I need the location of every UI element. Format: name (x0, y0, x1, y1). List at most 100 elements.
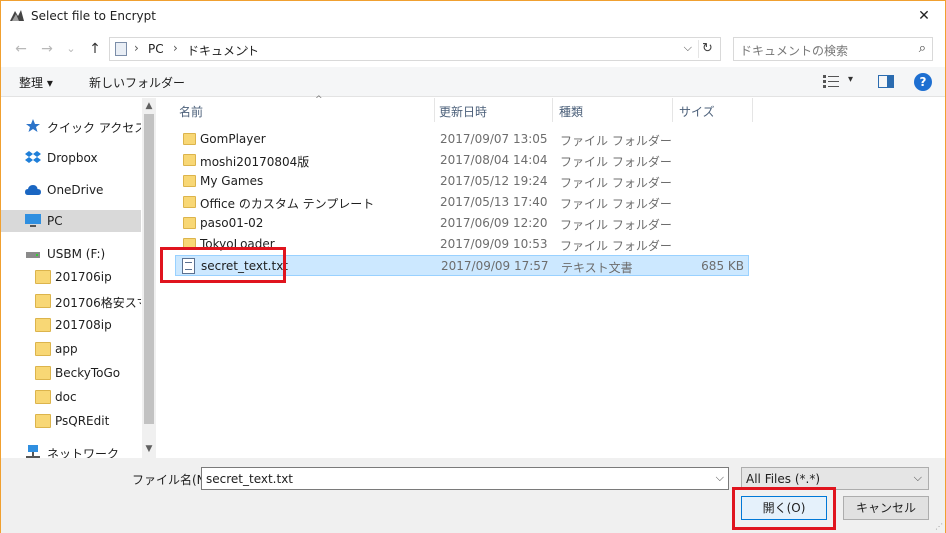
file-name: Office のカスタム テンプレート (200, 197, 375, 211)
close-button[interactable]: ✕ (911, 5, 937, 27)
file-row[interactable]: TokyoLoader 2017/09/09 10:53 ファイル フォルダー (175, 234, 749, 255)
column-header-name[interactable]: ^ 名前 (179, 95, 435, 122)
folder-icon (183, 133, 196, 145)
refresh-button[interactable]: ↻ (698, 40, 716, 58)
file-type: ファイル フォルダー (560, 176, 672, 190)
folder-icon (183, 196, 196, 208)
scroll-down-icon[interactable]: ▼ (142, 442, 156, 456)
chevron-down-icon[interactable]: ⌵ (716, 471, 724, 485)
sidebar-item-folder[interactable]: 201706格安スマホ (1, 290, 141, 312)
folder-icon (183, 154, 196, 166)
folder-icon (35, 318, 51, 332)
sidebar-item-pc[interactable]: PC (1, 210, 141, 232)
file-size: 685 KB (701, 259, 744, 273)
up-button[interactable]: ↑ (85, 39, 105, 59)
sort-ascending-icon: ^ (315, 95, 323, 105)
folder-icon (183, 217, 196, 229)
folder-icon (35, 366, 51, 380)
column-header-date[interactable]: 更新日時 (439, 98, 553, 122)
sidebar-item-folder[interactable]: 201708ip (1, 314, 141, 336)
file-name: My Games (200, 174, 264, 188)
preview-pane-icon[interactable] (878, 75, 894, 88)
sidebar-item-usb-drive[interactable]: USBM (F:) (1, 243, 141, 265)
breadcrumb-separator-icon: › (244, 41, 249, 55)
cancel-button[interactable]: キャンセル (843, 496, 929, 520)
address-dropdown-icon[interactable]: ⌵ (684, 41, 692, 55)
folder-icon (35, 342, 51, 356)
column-header-label: 名前 (179, 105, 204, 119)
organize-menu[interactable]: 整理 ▾ (19, 74, 53, 91)
filename-value: secret_text.txt (206, 472, 293, 486)
file-row-selected[interactable]: secret_text.txt 2017/09/09 17:57 テキスト文書 … (175, 255, 749, 276)
file-name: GomPlayer (200, 132, 266, 146)
sidebar-item-onedrive[interactable]: OneDrive (1, 179, 141, 201)
file-row[interactable]: paso01-02 2017/06/09 12:20 ファイル フォルダー (175, 213, 749, 234)
sidebar-item-folder[interactable]: PsQREdit (1, 410, 141, 432)
forward-button[interactable]: → (37, 39, 57, 59)
file-name: paso01-02 (200, 216, 264, 230)
navigation-pane: クイック アクセス Dropbox OneDrive PC USBM (F:) … (1, 98, 156, 461)
view-options-icon[interactable] (823, 75, 839, 88)
breadcrumb-separator-icon: › (134, 41, 139, 55)
file-name: moshi20170804版 (200, 155, 310, 169)
scrollbar-thumb[interactable] (144, 114, 154, 424)
sidebar-item-label: クイック アクセス (47, 121, 141, 135)
breadcrumb-separator-icon: › (173, 41, 178, 55)
command-bar: 整理 ▾ 新しいフォルダー ▾ ? (1, 67, 945, 97)
sidebar-item-folder[interactable]: app (1, 338, 141, 360)
back-button[interactable]: ← (11, 39, 31, 59)
sidebar-item-label: PsQREdit (55, 414, 110, 428)
app-icon (10, 10, 24, 21)
file-dialog-window: Select file to Encrypt ✕ ← → ⌄ ↑ › PC › … (0, 0, 946, 533)
file-row[interactable]: Office のカスタム テンプレート 2017/05/13 17:40 ファイ… (175, 192, 749, 213)
column-header-label: 更新日時 (439, 105, 488, 119)
breadcrumb-pc[interactable]: PC (148, 42, 164, 56)
resize-grip-icon[interactable]: ⋰ (935, 522, 943, 531)
new-folder-button[interactable]: 新しいフォルダー (89, 74, 185, 91)
sidebar-item-label: OneDrive (47, 183, 104, 197)
sidebar-item-label: 201708ip (55, 318, 112, 332)
pc-icon (25, 214, 41, 227)
scroll-up-icon[interactable]: ▲ (142, 99, 156, 113)
filename-input[interactable]: secret_text.txt ⌵ (201, 467, 729, 490)
view-dropdown-icon[interactable]: ▾ (848, 74, 853, 85)
file-type: ファイル フォルダー (560, 218, 672, 232)
file-type-filter-value: All Files (*.*) (746, 472, 821, 486)
sidebar-item-quick-access[interactable]: クイック アクセス (1, 115, 141, 137)
window-title: Select file to Encrypt (31, 9, 156, 23)
file-date: 2017/09/09 17:57 (441, 259, 549, 273)
file-row[interactable]: GomPlayer 2017/09/07 13:05 ファイル フォルダー (175, 129, 749, 150)
open-button[interactable]: 開く(O) (741, 496, 827, 520)
search-placeholder: ドキュメントの検索 (740, 44, 849, 58)
help-icon[interactable]: ? (914, 73, 932, 91)
file-type-filter[interactable]: All Files (*.*) ⌵ (741, 467, 929, 490)
folder-icon (183, 238, 196, 250)
search-icon: ⌕ (918, 41, 926, 56)
network-icon (26, 445, 40, 458)
drive-icon (26, 252, 40, 258)
column-header-label: サイズ (679, 105, 715, 119)
file-type: ファイル フォルダー (560, 197, 672, 211)
text-file-icon (182, 258, 195, 274)
file-type: ファイル フォルダー (560, 134, 672, 148)
file-row[interactable]: moshi20170804版 2017/08/04 14:04 ファイル フォル… (175, 150, 749, 171)
sidebar-item-folder[interactable]: BeckyToGo (1, 362, 141, 384)
sidebar-item-folder[interactable]: doc (1, 386, 141, 408)
file-date: 2017/08/04 14:04 (440, 153, 548, 167)
sidebar-item-folder[interactable]: 201706ip (1, 266, 141, 288)
column-header-size[interactable]: サイズ (679, 98, 753, 122)
column-header-type[interactable]: 種類 (559, 98, 673, 122)
star-icon (26, 119, 40, 132)
recent-locations-button[interactable]: ⌄ (61, 39, 81, 59)
folder-icon (35, 294, 51, 308)
address-bar[interactable]: › PC › ドキュメント › ⌵ ↻ (109, 37, 721, 61)
file-date: 2017/09/09 10:53 (440, 237, 548, 251)
folder-icon (35, 390, 51, 404)
sidebar-item-dropbox[interactable]: Dropbox (1, 147, 141, 169)
file-row[interactable]: My Games 2017/05/12 19:24 ファイル フォルダー (175, 171, 749, 192)
sidebar-scrollbar[interactable]: ▲ ▼ (142, 98, 156, 458)
search-input[interactable]: ドキュメントの検索 ⌕ (733, 37, 933, 61)
file-date: 2017/09/07 13:05 (440, 132, 548, 146)
chevron-down-icon[interactable]: ⌵ (914, 471, 922, 485)
column-header-label: 種類 (559, 105, 584, 119)
